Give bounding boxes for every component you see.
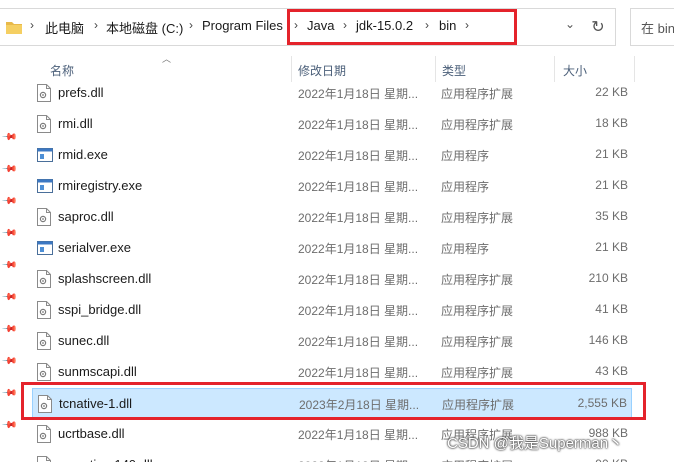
file-name: rmiregistry.exe [58, 178, 143, 193]
file-name: sunec.dll [58, 333, 110, 348]
highlight-box-path [287, 9, 517, 45]
file-size: 22 KB [595, 85, 628, 99]
column-divider[interactable] [634, 56, 635, 82]
folder-icon [6, 22, 22, 34]
file-type: 应用程序扩展 [441, 335, 514, 349]
search-input[interactable]: 在 bin [630, 8, 674, 46]
search-placeholder: 在 bin [641, 21, 674, 36]
file-name: prefs.dll [58, 85, 104, 100]
file-type: 应用程序 [441, 149, 490, 163]
pin-icon[interactable]: 📌 [1, 321, 18, 338]
exe-icon [37, 179, 53, 197]
dll-icon [37, 456, 51, 462]
column-header-size-label: 大小 [563, 64, 588, 78]
breadcrumb-this-pc[interactable]: 此电脑 [45, 18, 84, 37]
pin-icon[interactable]: 📌 [1, 385, 18, 402]
exe-icon [37, 148, 53, 166]
file-date: 2022年1月18日 星期... [298, 242, 419, 256]
file-row[interactable]: prefs.dll 2022年1月18日 星期... 应用程序扩展 22 KB [32, 78, 632, 109]
refresh-icon[interactable]: ↻ [588, 18, 608, 38]
pin-icon[interactable]: 📌 [1, 353, 18, 370]
file-type: 应用程序扩展 [441, 457, 513, 462]
file-size: 41 KB [595, 302, 628, 316]
file-row[interactable]: sspi_bridge.dll 2022年1月18日 星期... 应用程序扩展 41 … [32, 295, 632, 326]
file-type: 应用程序 [441, 180, 490, 194]
file-name: saproc.dll [58, 209, 114, 224]
file-type: 应用程序扩展 [441, 87, 514, 101]
file-name: rmid.exe [58, 147, 108, 162]
dll-icon [37, 208, 51, 226]
file-date: 2022年1月18日 星期... [298, 211, 419, 225]
file-row[interactable]: rmid.exe 2022年1月18日 星期... 应用程序 21 KB [32, 140, 632, 171]
file-row[interactable]: splashscreen.dll 2022年1月18日 星期... 应用程序扩展 21… [32, 264, 632, 295]
file-date: 2022年1月18日 星期... [298, 180, 419, 194]
dll-icon [37, 363, 51, 381]
pin-icon[interactable]: 📌 [1, 225, 18, 242]
pin-icon[interactable]: 📌 [1, 129, 18, 146]
file-row[interactable]: serialver.exe 2022年1月18日 星期... 应用程序 21 KB [32, 233, 632, 264]
file-type: 应用程序扩展 [441, 366, 514, 380]
file-size: 21 KB [595, 147, 628, 161]
file-name: ucrtbase.dll [58, 426, 125, 441]
file-row[interactable]: sunec.dll 2022年1月18日 星期... 应用程序扩展 146 KB [32, 326, 632, 357]
file-size: 146 KB [588, 333, 628, 347]
file-name: sunmscapi.dll [58, 364, 137, 379]
dll-icon [37, 301, 51, 319]
chevron-right-icon[interactable]: › [94, 18, 98, 32]
file-row[interactable]: saproc.dll 2022年1月18日 星期... 应用程序扩展 35 KB [32, 202, 632, 233]
watermark: CSDN @我是Superman丶 [447, 435, 624, 452]
chevron-right-icon[interactable]: › [189, 18, 193, 32]
file-name: serialver.exe [58, 240, 131, 255]
column-header-name-label: 名称 [50, 64, 75, 78]
file-size: 21 KB [595, 240, 628, 254]
file-size: 90 KB [595, 457, 628, 462]
file-type: 应用程序 [441, 242, 490, 256]
file-size: 43 KB [595, 364, 628, 378]
chevron-down-icon[interactable]: ⌄ [565, 17, 575, 31]
pin-icon[interactable]: 📌 [1, 193, 18, 210]
dll-icon [37, 115, 51, 133]
pin-icon[interactable]: 📌 [1, 417, 18, 434]
file-date: 2022年1月18日 星期... [298, 335, 419, 349]
breadcrumb-local-disk[interactable]: 本地磁盘 (C:) [106, 18, 183, 37]
file-size: 210 KB [588, 271, 628, 285]
navigation-pane: 📌 📌 📌 📌 📌 📌 📌 📌 📌 📌 [0, 56, 18, 462]
dll-icon [37, 332, 51, 350]
column-header-type-label: 类型 [442, 64, 467, 78]
dll-icon [37, 270, 51, 288]
file-date: 2022年1月18日 星期... [298, 366, 419, 380]
highlight-box-selected-file [21, 382, 646, 420]
file-row[interactable]: rmiregistry.exe 2022年1月18日 星期... 应用程序 21 KB [32, 171, 632, 202]
breadcrumb-program-files[interactable]: Program Files [202, 18, 283, 33]
dll-icon [37, 84, 51, 102]
chevron-right-icon[interactable]: › [30, 18, 34, 32]
file-name: sspi_bridge.dll [58, 302, 142, 317]
pin-icon[interactable]: 📌 [1, 289, 18, 306]
column-header-date-label: 修改日期 [298, 64, 347, 78]
file-name: splashscreen.dll [58, 271, 152, 286]
file-date: 2022年1月18日 星期... [298, 428, 419, 442]
file-date: 2022年1月18日 星期... [298, 304, 419, 318]
file-date: 2022年1月18日 星期... [298, 457, 418, 462]
file-date: 2022年1月18日 星期... [298, 273, 419, 287]
file-size: 18 KB [595, 116, 628, 130]
file-name: rmi.dll [58, 116, 93, 131]
pin-icon[interactable]: 📌 [1, 161, 18, 178]
file-row[interactable]: rmi.dll 2022年1月18日 星期... 应用程序扩展 18 KB [32, 109, 632, 140]
dll-icon [37, 425, 51, 443]
exe-icon [37, 241, 53, 259]
pin-icon[interactable]: 📌 [1, 257, 18, 274]
file-size: 35 KB [595, 209, 628, 223]
file-name: vcruntime140.dll [58, 457, 153, 462]
file-size: 21 KB [595, 178, 628, 192]
file-type: 应用程序扩展 [441, 273, 514, 287]
file-date: 2022年1月18日 星期... [298, 87, 419, 101]
file-type: 应用程序扩展 [441, 118, 514, 132]
file-type: 应用程序扩展 [441, 304, 514, 318]
file-type: 应用程序扩展 [441, 211, 514, 225]
file-date: 2022年1月18日 星期... [298, 118, 419, 132]
file-date: 2022年1月18日 星期... [298, 149, 419, 163]
